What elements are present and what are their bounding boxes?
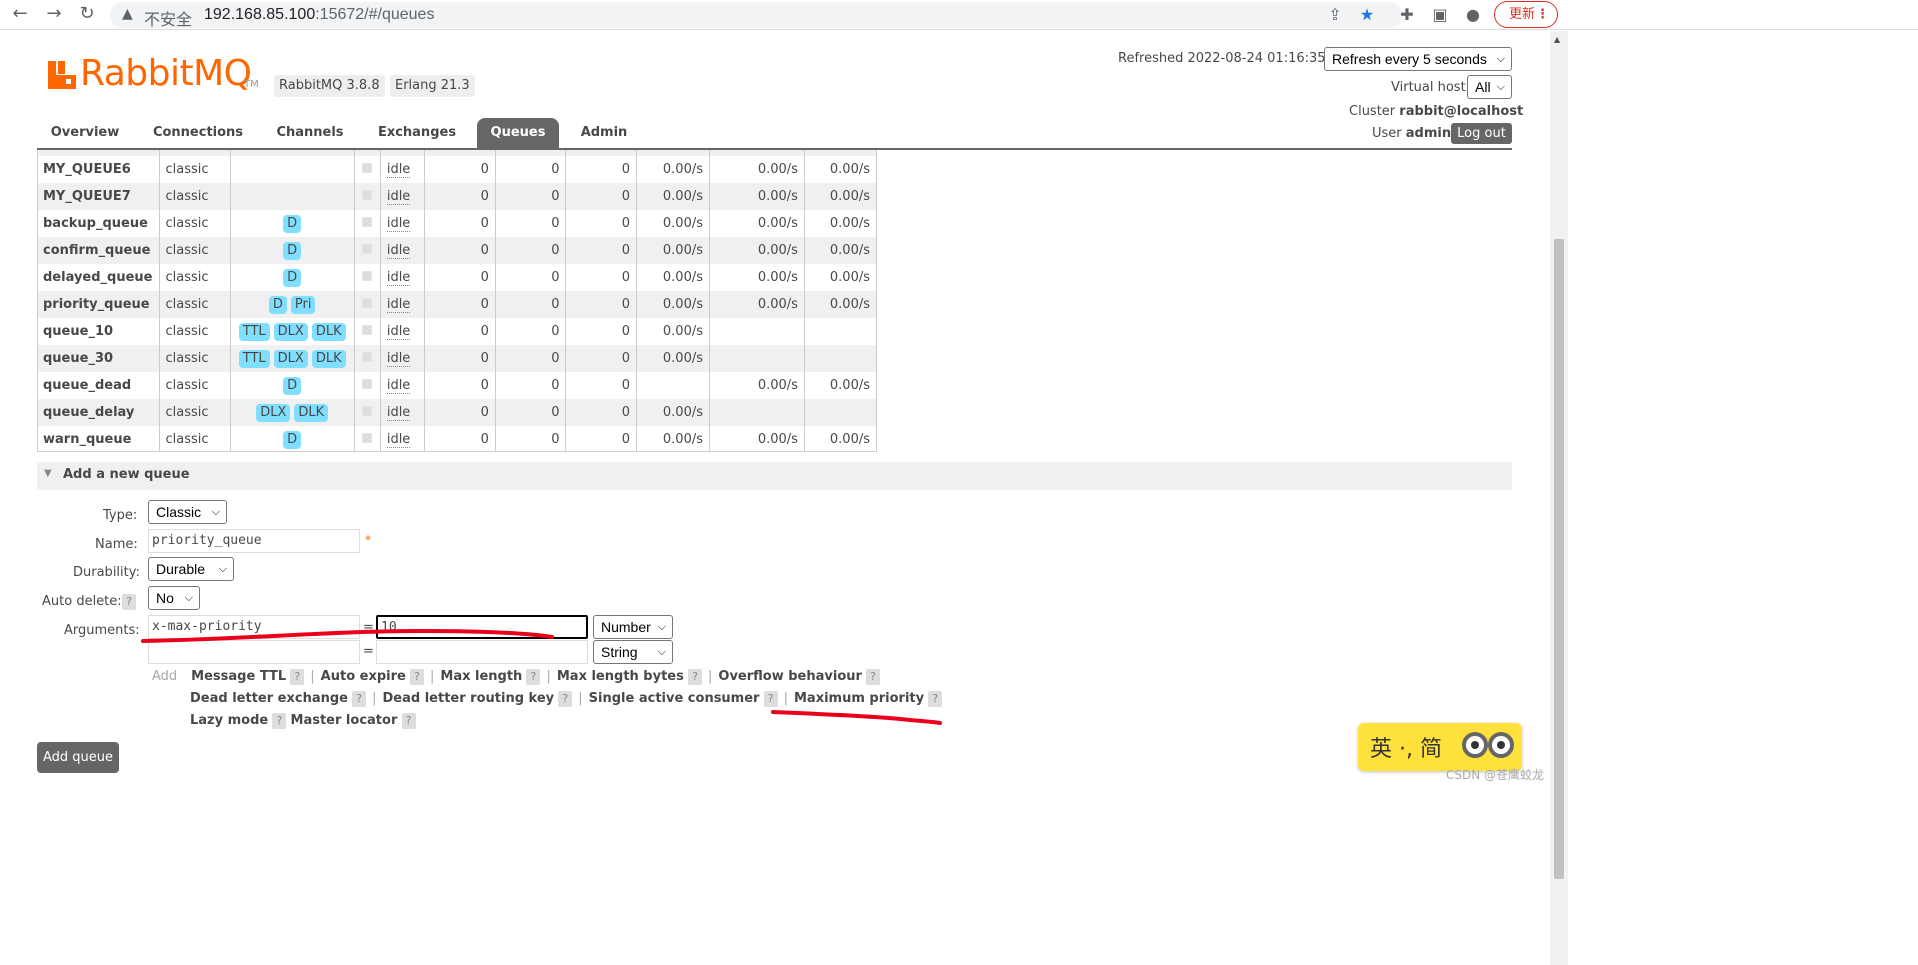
arg-link-maximum-priority[interactable]: Maximum priority xyxy=(794,691,924,706)
help-icon[interactable]: ? xyxy=(928,691,943,707)
scrollbar-thumb[interactable] xyxy=(1554,239,1564,879)
scroll-up-icon[interactable]: ▲ xyxy=(1554,35,1560,44)
arg-link-max-length-bytes[interactable]: Max length bytes xyxy=(557,669,684,684)
help-icon[interactable]: ? xyxy=(272,713,287,729)
help-icon[interactable]: ? xyxy=(401,713,416,729)
help-icon[interactable]: ? xyxy=(866,669,881,685)
help-icon[interactable]: ? xyxy=(526,669,541,685)
ime-mascot-icon xyxy=(1462,732,1514,758)
arg-link-message-ttl[interactable]: Message TTL xyxy=(191,669,286,684)
annotation-underline-arguments xyxy=(141,628,554,643)
ime-mode-text[interactable]: 英 ·, 简 xyxy=(1370,731,1442,763)
help-icon[interactable]: ? xyxy=(410,669,424,685)
watermark: CSDN @苍鹰蛟龙 xyxy=(1446,768,1545,782)
help-icon[interactable]: ? xyxy=(558,691,573,707)
arg-link-max-length[interactable]: Max length xyxy=(440,669,522,684)
ime-toolbar[interactable]: 英 ·, 简 xyxy=(1358,723,1522,771)
page-scrollbar[interactable]: ▲ xyxy=(1550,31,1568,965)
help-icon[interactable]: ? xyxy=(688,669,702,685)
arg-link-dead-letter-exchange[interactable]: Dead letter exchange xyxy=(190,691,348,706)
arg-link-master-locator[interactable]: Master locator xyxy=(291,713,398,728)
arg-link-auto-expire[interactable]: Auto expire xyxy=(321,669,406,684)
add-queue-button[interactable]: Add queue xyxy=(37,742,119,773)
add-label: Add xyxy=(152,669,178,684)
arg-link-lazy-mode[interactable]: Lazy mode xyxy=(190,713,268,728)
arg-link-overflow-behaviour[interactable]: Overflow behaviour xyxy=(718,669,862,684)
arg-link-single-active-consumer[interactable]: Single active consumer xyxy=(589,691,760,706)
help-icon[interactable]: ? xyxy=(763,691,778,707)
arg-link-dead-letter-routing-key[interactable]: Dead letter routing key xyxy=(383,691,555,706)
help-icon[interactable]: ? xyxy=(352,691,367,707)
argument-shortcuts: Add Message TTL ? | Auto expire ? | Max lengt… xyxy=(152,666,943,732)
right-margin xyxy=(1568,31,1918,965)
help-icon[interactable]: ? xyxy=(290,669,305,685)
